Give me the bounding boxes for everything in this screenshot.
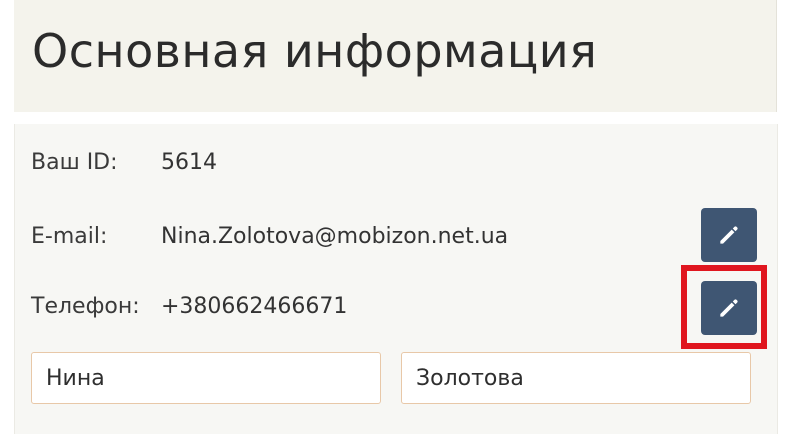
edit-phone-button[interactable] <box>701 281 757 335</box>
id-label: Ваш ID: <box>31 150 118 175</box>
phone-label: Телефон: <box>31 294 140 319</box>
basic-info-panel: Основная информация Ваш ID: 5614 E-mail:… <box>14 0 788 434</box>
edit-email-button[interactable] <box>701 208 757 262</box>
pencil-icon <box>720 226 738 244</box>
pencil-icon <box>720 299 738 317</box>
panel-header: Основная информация <box>14 0 777 112</box>
panel-body: Ваш ID: 5614 E-mail: Nina.Zolotova@mobiz… <box>14 124 778 434</box>
email-label: E-mail: <box>31 224 108 249</box>
email-value: Nina.Zolotova@mobizon.net.ua <box>161 224 509 249</box>
last-name-input[interactable] <box>401 352 751 404</box>
phone-value: +380662466671 <box>161 294 348 319</box>
id-value: 5614 <box>161 150 217 175</box>
first-name-input[interactable] <box>31 352 381 404</box>
section-title: Основная информация <box>32 24 598 78</box>
